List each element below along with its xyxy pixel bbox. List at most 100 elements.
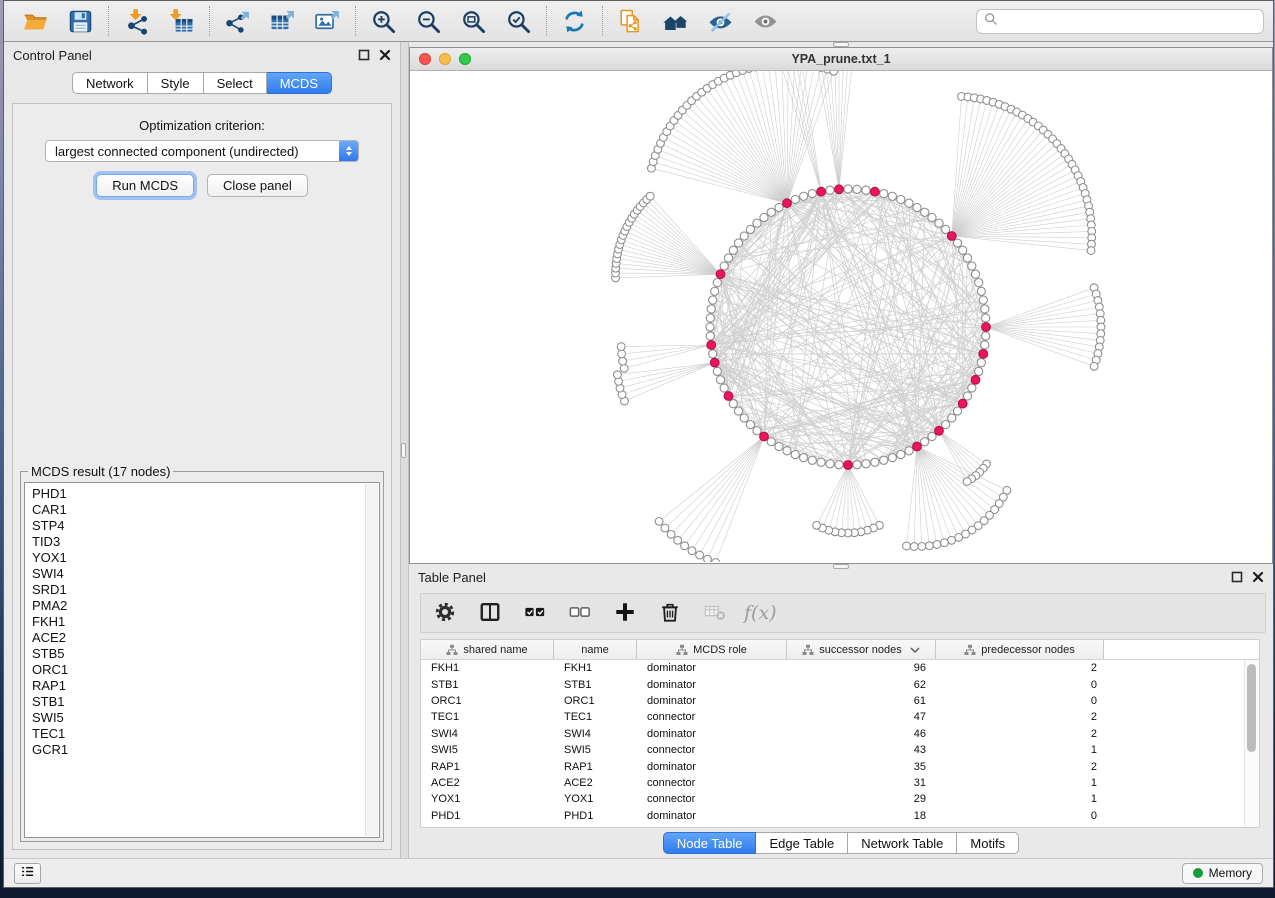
mcds-result-item[interactable]: YOX1 — [32, 550, 379, 566]
table-row[interactable]: TEC1TEC1connector472 — [421, 709, 1259, 725]
tab-node-table[interactable]: Node Table — [663, 832, 757, 854]
mcds-result-item[interactable]: SRD1 — [32, 582, 379, 598]
table-row[interactable]: YOX1YOX1connector291 — [421, 791, 1259, 807]
search-input[interactable] — [998, 14, 1263, 28]
table-cell[interactable]: 2 — [936, 711, 1104, 723]
add-column-button[interactable] — [613, 601, 637, 625]
column-header-successor-nodes[interactable]: successor nodes — [787, 640, 936, 659]
table-cell[interactable]: 0 — [936, 810, 1104, 822]
minimize-window-icon[interactable] — [439, 53, 451, 65]
column-header-MCDS-role[interactable]: MCDS role — [637, 640, 787, 659]
task-history-button[interactable] — [14, 863, 41, 884]
network-window-titlebar[interactable]: YPA_prune.txt_1 — [410, 48, 1272, 71]
table-cell[interactable]: STB1 — [421, 679, 554, 691]
mcds-result-item[interactable]: STP4 — [32, 518, 379, 534]
close-panel-icon[interactable] — [379, 49, 391, 61]
table-row[interactable]: SWI4SWI4dominator462 — [421, 726, 1259, 742]
table-cell[interactable]: 0 — [936, 695, 1104, 707]
open-file-button[interactable] — [21, 7, 50, 36]
splitter-grip-bottom[interactable] — [833, 564, 849, 569]
table-cell[interactable]: 2 — [936, 761, 1104, 773]
optimization-select[interactable]: largest connected component (undirected) — [45, 140, 359, 162]
zoom-fit-button[interactable] — [459, 7, 488, 36]
zoom-in-button[interactable] — [369, 7, 398, 36]
table-cell[interactable]: TEC1 — [554, 711, 637, 723]
table-cell[interactable]: RAP1 — [421, 761, 554, 773]
table-row[interactable]: ACE2ACE2connector311 — [421, 775, 1259, 791]
import-network-button[interactable] — [122, 7, 151, 36]
maximize-window-icon[interactable] — [459, 53, 471, 65]
export-image-button[interactable] — [313, 7, 342, 36]
deselect-all-button[interactable] — [568, 601, 592, 625]
table-cell[interactable]: 29 — [787, 793, 936, 805]
mcds-result-item[interactable]: FKH1 — [32, 614, 379, 630]
table-cell[interactable]: YOX1 — [421, 793, 554, 805]
table-cell[interactable]: connector — [637, 711, 787, 723]
table-cell[interactable]: ORC1 — [554, 695, 637, 707]
table-row[interactable]: PHD1PHD1dominator180 — [421, 808, 1259, 824]
column-header-shared-name[interactable]: shared name — [421, 640, 554, 659]
mcds-result-item[interactable]: GCR1 — [32, 742, 379, 758]
network-canvas[interactable] — [410, 71, 1272, 563]
clone-network-button[interactable] — [616, 7, 645, 36]
table-cell[interactable]: STB1 — [554, 679, 637, 691]
table-cell[interactable]: FKH1 — [554, 662, 637, 674]
tab-network[interactable]: Network — [72, 72, 148, 94]
table-row[interactable]: RAP1RAP1dominator352 — [421, 758, 1259, 774]
table-cell[interactable]: SWI4 — [421, 728, 554, 740]
delete-column-button[interactable] — [658, 601, 682, 625]
mcds-result-item[interactable]: TID3 — [32, 534, 379, 550]
table-cell[interactable]: SWI5 — [421, 744, 554, 756]
table-cell[interactable]: TEC1 — [421, 711, 554, 723]
table-cell[interactable]: ORC1 — [421, 695, 554, 707]
select-all-button[interactable] — [523, 601, 547, 625]
splitter-grip-top[interactable] — [833, 42, 849, 47]
table-cell[interactable]: dominator — [637, 810, 787, 822]
table-cell[interactable]: 31 — [787, 777, 936, 789]
table-cell[interactable]: connector — [637, 777, 787, 789]
save-session-button[interactable] — [66, 7, 95, 36]
table-cell[interactable]: 1 — [936, 744, 1104, 756]
table-cell[interactable]: 46 — [787, 728, 936, 740]
table-cell[interactable]: 1 — [936, 777, 1104, 789]
table-cell[interactable]: 35 — [787, 761, 936, 773]
table-row[interactable]: SWI5SWI5connector431 — [421, 742, 1259, 758]
export-network-button[interactable] — [223, 7, 252, 36]
close-window-icon[interactable] — [419, 53, 431, 65]
import-table-button[interactable] — [167, 7, 196, 36]
table-cell[interactable]: 61 — [787, 695, 936, 707]
splitter-grip[interactable] — [401, 443, 406, 458]
show-all-button[interactable] — [751, 7, 780, 36]
table-cell[interactable]: dominator — [637, 728, 787, 740]
tab-style[interactable]: Style — [148, 72, 204, 94]
table-cell[interactable]: connector — [637, 744, 787, 756]
run-mcds-button[interactable]: Run MCDS — [96, 174, 194, 197]
mcds-result-item[interactable]: TEC1 — [32, 726, 379, 742]
tab-mcds[interactable]: MCDS — [267, 72, 332, 94]
table-cell[interactable]: PHD1 — [421, 810, 554, 822]
mcds-result-item[interactable]: STB1 — [32, 694, 379, 710]
table-cell[interactable]: 62 — [787, 679, 936, 691]
table-cell[interactable]: ACE2 — [554, 777, 637, 789]
mcds-list-scrollbar[interactable] — [365, 484, 378, 836]
column-header-name[interactable]: name — [554, 640, 637, 659]
zoom-selected-button[interactable] — [504, 7, 533, 36]
table-cell[interactable]: dominator — [637, 695, 787, 707]
table-cell[interactable]: dominator — [637, 679, 787, 691]
tab-network-table[interactable]: Network Table — [848, 832, 957, 854]
table-cell[interactable]: PHD1 — [554, 810, 637, 822]
mcds-result-item[interactable]: PHD1 — [32, 486, 379, 502]
table-cell[interactable]: RAP1 — [554, 761, 637, 773]
table-cell[interactable]: SWI4 — [554, 728, 637, 740]
mcds-result-item[interactable]: PMA2 — [32, 598, 379, 614]
table-row[interactable]: ORC1ORC1dominator610 — [421, 693, 1259, 709]
table-scrollbar-thumb[interactable] — [1247, 664, 1256, 752]
mcds-result-item[interactable]: SWI4 — [32, 566, 379, 582]
column-header-predecessor-nodes[interactable]: predecessor nodes — [936, 640, 1104, 659]
mcds-result-item[interactable]: ORC1 — [32, 662, 379, 678]
mcds-result-item[interactable]: STB5 — [32, 646, 379, 662]
first-neighbors-button[interactable] — [661, 7, 690, 36]
table-cell[interactable]: YOX1 — [554, 793, 637, 805]
export-table-button[interactable] — [268, 7, 297, 36]
table-row[interactable]: FKH1FKH1dominator962 — [421, 660, 1259, 676]
